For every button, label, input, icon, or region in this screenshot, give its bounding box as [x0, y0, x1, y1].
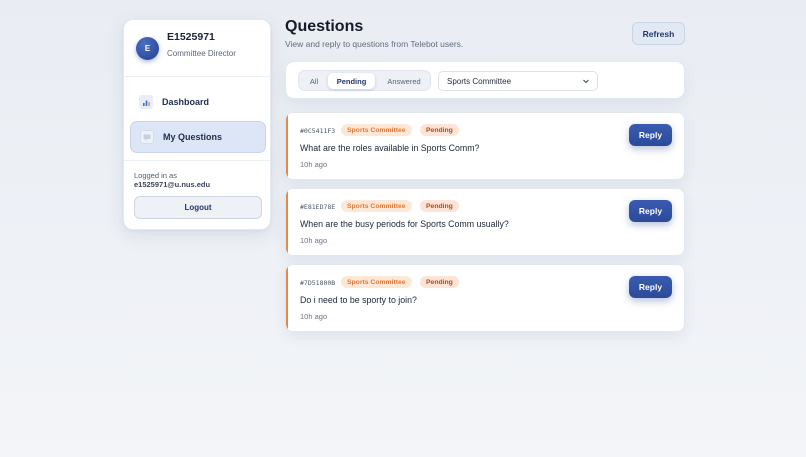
question-time: 10h ago — [300, 236, 328, 245]
reply-button[interactable]: Reply — [629, 200, 672, 222]
status-filter-tabs: All Pending Answered — [298, 70, 431, 91]
tab-pending[interactable]: Pending — [328, 73, 375, 89]
status-badge: Pending — [420, 200, 459, 212]
tab-answered[interactable]: Answered — [379, 73, 429, 89]
sidebar-item-dashboard[interactable]: Dashboard — [130, 86, 266, 118]
sidebar: E E1525971 Committee Director Dashboard … — [123, 19, 271, 230]
tab-all[interactable]: All — [303, 73, 325, 89]
logout-button[interactable]: Logout — [134, 196, 262, 219]
question-card: #E81ED78E Sports Committee Pending When … — [285, 188, 685, 256]
chat-icon — [140, 130, 154, 144]
question-text: When are the busy periods for Sports Com… — [300, 219, 509, 229]
status-badge: Pending — [420, 276, 459, 288]
committee-badge: Sports Committee — [341, 124, 412, 136]
question-id: #E81ED78E — [300, 203, 336, 211]
reply-button[interactable]: Reply — [629, 276, 672, 298]
question-card: #0C5411F3 Sports Committee Pending What … — [285, 112, 685, 180]
question-id: #0C5411F3 — [300, 127, 336, 135]
status-badge: Pending — [420, 124, 459, 136]
question-card: #7D51800B Sports Committee Pending Do i … — [285, 264, 685, 332]
question-time: 10h ago — [300, 312, 328, 321]
page-title: Questions — [285, 18, 364, 35]
page-subtitle: View and reply to questions from Telebot… — [285, 39, 464, 49]
bar-chart-icon — [139, 95, 153, 109]
reply-button[interactable]: Reply — [629, 124, 672, 146]
sidebar-item-label: My Questions — [163, 132, 223, 142]
refresh-button[interactable]: Refresh — [632, 22, 685, 45]
divider — [124, 160, 270, 161]
avatar: E — [136, 37, 159, 60]
committee-select-value: Sports Committee — [447, 76, 512, 86]
user-role: Committee Director — [167, 49, 236, 58]
committee-badge: Sports Committee — [341, 200, 412, 212]
user-id: E1525971 — [167, 31, 215, 43]
question-text: What are the roles available in Sports C… — [300, 143, 480, 153]
question-id: #7D51800B — [300, 279, 336, 287]
filter-bar: All Pending Answered Sports Committee — [285, 61, 685, 99]
chevron-down-icon — [583, 79, 589, 84]
question-text: Do i need to be sporty to join? — [300, 295, 417, 305]
sidebar-item-label: Dashboard — [162, 97, 210, 107]
question-time: 10h ago — [300, 160, 328, 169]
sidebar-item-my-questions[interactable]: My Questions — [130, 121, 266, 153]
logged-in-email: e1525971@u.nus.edu — [134, 180, 211, 189]
committee-select[interactable]: Sports Committee — [438, 71, 598, 91]
profile-section: E E1525971 Committee Director — [124, 20, 270, 77]
committee-badge: Sports Committee — [341, 276, 412, 288]
logged-in-label: Logged in as — [134, 171, 177, 180]
